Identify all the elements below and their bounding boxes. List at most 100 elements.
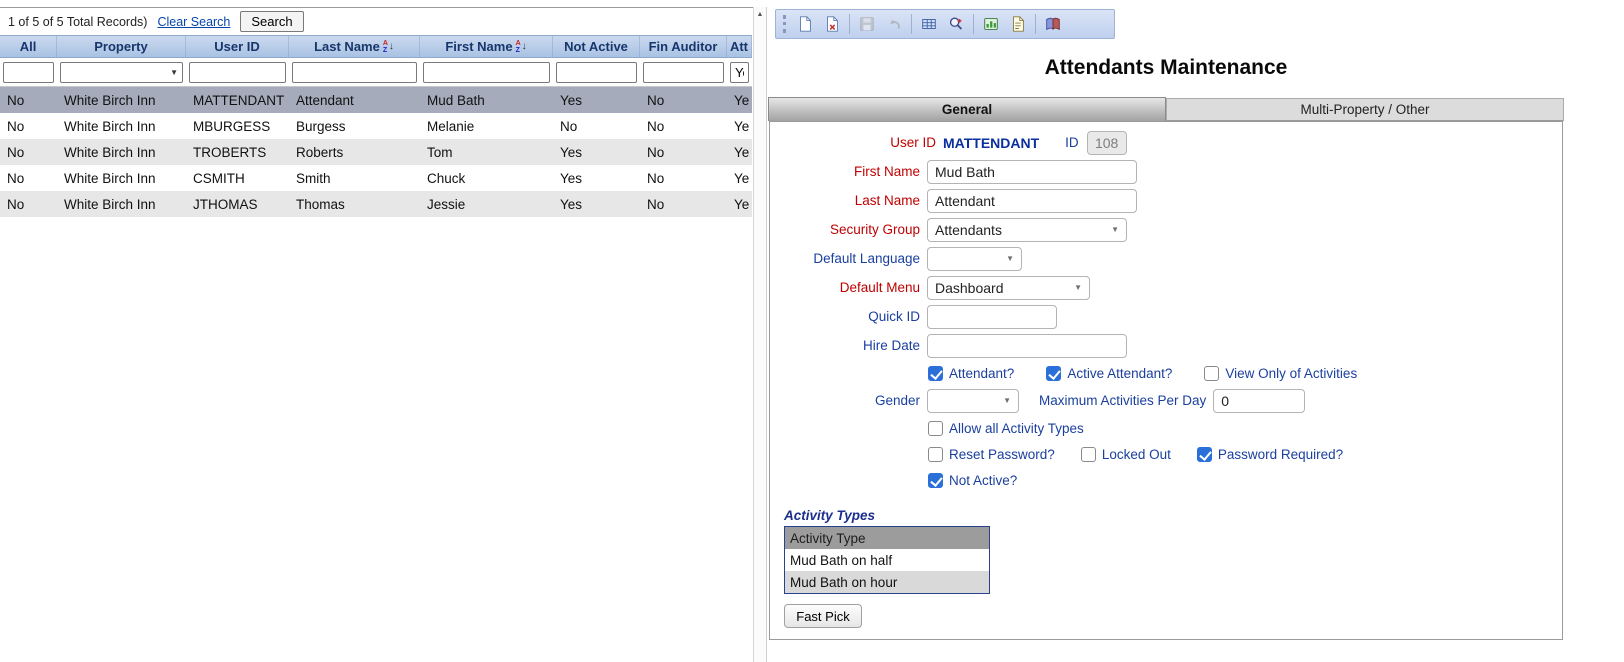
search-records-icon[interactable] [946,14,966,34]
clear-search-link[interactable]: Clear Search [157,15,230,29]
column-header-all[interactable]: All [0,36,57,57]
security-group-value: Attendants [935,222,1002,238]
allow-all-checkbox[interactable] [928,421,943,436]
default-menu-dropdown[interactable]: Dashboard ▼ [927,276,1090,300]
gender-label: Gender [770,393,920,408]
sort-az-icon[interactable]: AZ↓ [383,40,394,54]
attendant-checkbox-label: Attendant? [949,366,1014,381]
reset-password-checkbox[interactable] [928,447,943,462]
hire-date-label: Hire Date [770,338,920,353]
password-required-checkbox-field: Password Required? [1197,447,1343,462]
cell-all: No [0,165,57,191]
print-grid-icon[interactable] [919,14,939,34]
first-name-field[interactable] [927,160,1137,184]
cell-fin-auditor: No [640,191,727,217]
tab-multi-property-other[interactable]: Multi-Property / Other [1166,98,1564,121]
view-only-checkbox[interactable] [1204,366,1219,381]
not-active-checkbox-field: Not Active? [928,473,1017,488]
security-group-dropdown[interactable]: Attendants ▼ [927,218,1127,242]
filter-user-id-input[interactable] [189,62,286,83]
cell-user-id: JTHOMAS [186,191,289,217]
column-header-last-name[interactable]: Last Name AZ↓ [289,36,420,57]
gender-dropdown[interactable]: ▼ [927,389,1019,413]
filter-property-dropdown[interactable]: ▼ [60,62,183,83]
column-header-first-name[interactable]: First Name AZ↓ [420,36,553,57]
attendant-flags-row: Attendant? Active Attendant? View Only o… [770,360,1562,386]
filter-att-input[interactable] [730,62,749,83]
max-activities-field[interactable] [1213,389,1305,413]
cell-last-name: Thomas [289,191,420,217]
locked-out-checkbox[interactable] [1081,447,1096,462]
not-active-row: Not Active? [770,467,1562,493]
attendant-checkbox[interactable] [928,366,943,381]
first-name-row: First Name [770,157,1562,186]
filter-last-name-input[interactable] [292,62,417,83]
filter-fin-auditor-input[interactable] [643,62,724,83]
attendant-checkbox-field: Attendant? [928,366,1014,381]
new-record-icon[interactable] [795,14,815,34]
column-header-not-active[interactable]: Not Active [553,36,640,57]
table-row[interactable]: No White Birch Inn TROBERTS Roberts Tom … [0,139,752,165]
activity-types-listbox-header: Activity Type [785,527,989,549]
scroll-up-arrow-icon[interactable]: ▲ [754,8,766,22]
default-menu-value: Dashboard [935,280,1004,296]
user-id-row: User ID MATTENDANT ID [770,128,1562,157]
toolbar-separator [1035,14,1036,34]
app-window: 1 of 5 of 5 Total Records) Clear Search … [0,0,1624,662]
locked-out-checkbox-field: Locked Out [1081,447,1171,462]
report-page-icon[interactable] [1008,14,1028,34]
vertical-scrollbar[interactable]: ▲ [753,7,767,662]
password-required-checkbox[interactable] [1197,447,1212,462]
filter-all-input[interactable] [3,62,54,83]
view-only-checkbox-label: View Only of Activities [1225,366,1357,381]
cell-all: No [0,113,57,139]
user-id-label: User ID [770,135,936,150]
sort-az-icon[interactable]: AZ↓ [516,40,527,54]
table-row[interactable]: No White Birch Inn JTHOMAS Thomas Jessie… [0,191,752,217]
cell-user-id: MBURGESS [186,113,289,139]
help-book-icon[interactable] [1043,14,1063,34]
allow-all-checkbox-field: Allow all Activity Types [928,421,1084,436]
cell-fin-auditor: No [640,139,727,165]
cell-not-active: No [553,113,640,139]
save-icon[interactable] [857,14,877,34]
cell-all: No [0,139,57,165]
default-menu-row: Default Menu Dashboard ▼ [770,273,1562,302]
table-row[interactable]: No White Birch Inn CSMITH Smith Chuck Ye… [0,165,752,191]
fast-pick-button[interactable]: Fast Pick [784,604,862,628]
not-active-checkbox[interactable] [928,473,943,488]
chevron-down-icon: ▼ [998,254,1014,263]
list-item[interactable]: Mud Bath on half [785,549,989,571]
hire-date-field[interactable] [927,334,1127,358]
last-name-row: Last Name [770,186,1562,215]
delete-record-icon[interactable] [822,14,842,34]
cell-property: White Birch Inn [57,165,186,191]
tab-general[interactable]: General [768,97,1166,121]
column-header-user-id[interactable]: User ID [186,36,289,57]
column-header-property[interactable]: Property [57,36,186,57]
undo-icon[interactable] [884,14,904,34]
toolbar-drag-handle[interactable] [783,15,786,33]
table-row[interactable]: No White Birch Inn MATTENDANT Attendant … [0,87,752,113]
search-button[interactable]: Search [240,11,303,32]
active-attendant-checkbox[interactable] [1046,366,1061,381]
record-count: 1 of 5 of 5 Total Records) [8,15,147,29]
cell-user-id: TROBERTS [186,139,289,165]
default-language-dropdown[interactable]: ▼ [927,247,1022,271]
cell-property: White Birch Inn [57,87,186,113]
activity-types-listbox[interactable]: Activity Type Mud Bath on half Mud Bath … [784,526,990,594]
table-filter-row: ▼ [0,58,752,87]
filter-not-active-input[interactable] [556,62,637,83]
cell-not-active: Yes [553,87,640,113]
last-name-field[interactable] [927,189,1137,213]
table-row[interactable]: No White Birch Inn MBURGESS Burgess Mela… [0,113,752,139]
process-icon[interactable] [981,14,1001,34]
quick-id-field[interactable] [927,305,1057,329]
filter-first-name-input[interactable] [423,62,550,83]
cell-user-id: MATTENDANT [186,87,289,113]
chevron-down-icon: ▼ [995,396,1011,405]
list-item[interactable]: Mud Bath on hour [785,571,989,593]
column-header-att[interactable]: Att [727,36,752,57]
column-header-fin-auditor[interactable]: Fin Auditor [640,36,727,57]
view-only-checkbox-field: View Only of Activities [1204,366,1357,381]
